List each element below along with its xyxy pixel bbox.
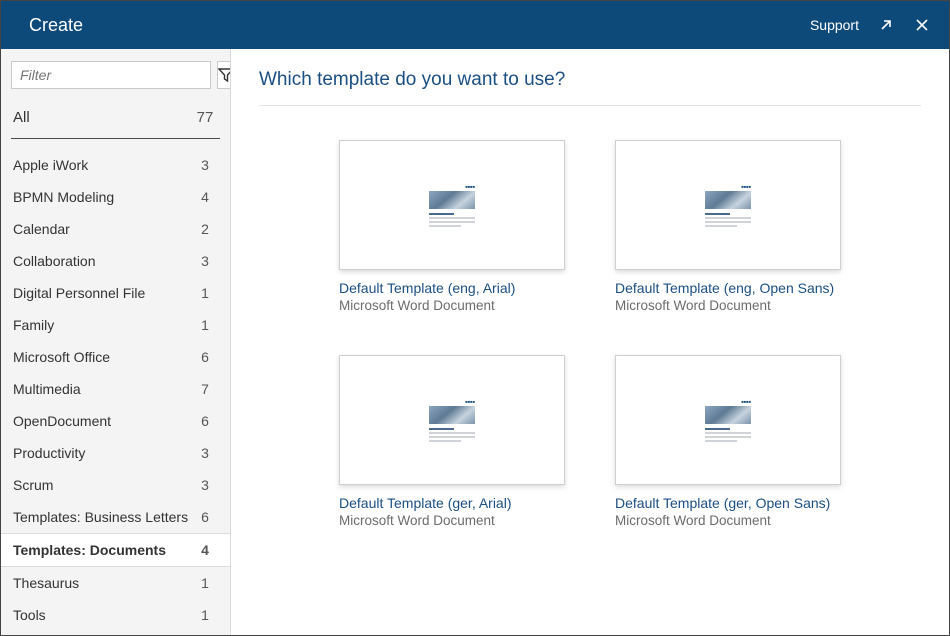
- category-item[interactable]: Calendar 2: [11, 213, 220, 245]
- template-subtitle: Microsoft Word Document: [615, 513, 841, 528]
- category-count: 4: [196, 189, 214, 205]
- category-count: 3: [196, 253, 214, 269]
- category-item[interactable]: Apple iWork 3: [11, 149, 220, 181]
- main-heading: Which template do you want to use?: [259, 69, 921, 106]
- template-title: Default Template (ger, Open Sans): [615, 495, 841, 511]
- template-thumbnail: ■■■■: [615, 355, 841, 485]
- category-item[interactable]: Tools 1: [11, 599, 220, 631]
- category-count: 7: [196, 381, 214, 397]
- category-label: Microsoft Office: [13, 349, 110, 365]
- category-all[interactable]: All 77: [11, 99, 220, 139]
- category-count: 1: [196, 285, 214, 301]
- category-label: Multimedia: [13, 381, 81, 397]
- template-title: Default Template (eng, Open Sans): [615, 280, 841, 296]
- filter-input[interactable]: [11, 61, 211, 89]
- dialog-header: Create Support: [1, 1, 949, 49]
- filter-button[interactable]: [217, 61, 231, 89]
- category-label: Family: [13, 317, 54, 333]
- open-external-icon[interactable]: [877, 16, 895, 34]
- category-label: Scrum: [13, 477, 53, 493]
- category-label: Collaboration: [13, 253, 96, 269]
- category-label: Calendar: [13, 221, 70, 237]
- category-label: Digital Personnel File: [13, 285, 145, 301]
- template-grid: ■■■■ Default Template (eng, Arial) Microso…: [259, 106, 921, 528]
- header-actions: Support: [810, 16, 931, 34]
- category-item[interactable]: Thesaurus 1: [11, 567, 220, 599]
- category-label: OpenDocument: [13, 413, 111, 429]
- close-icon[interactable]: [913, 16, 931, 34]
- category-count: 1: [196, 607, 214, 623]
- category-item[interactable]: Collaboration 3: [11, 245, 220, 277]
- category-label: Thesaurus: [13, 575, 79, 591]
- template-card[interactable]: ■■■■ Default Template (eng, Arial) Microso…: [339, 140, 565, 313]
- template-thumbnail: ■■■■: [339, 140, 565, 270]
- category-item[interactable]: Multimedia 7: [11, 373, 220, 405]
- category-item[interactable]: OpenDocument 6: [11, 405, 220, 437]
- category-count: 3: [196, 477, 214, 493]
- category-item[interactable]: Scrum 3: [11, 469, 220, 501]
- category-label: All: [13, 109, 30, 126]
- category-count: 6: [196, 413, 214, 429]
- template-subtitle: Microsoft Word Document: [339, 298, 565, 313]
- dialog-title: Create: [29, 15, 83, 36]
- category-item[interactable]: Templates: Business Letters 6: [11, 501, 220, 533]
- category-list: Apple iWork 3 BPMN Modeling 4 Calendar 2 Colla…: [11, 149, 220, 631]
- category-count: 1: [196, 317, 214, 333]
- category-count: 1: [196, 575, 214, 591]
- filter-row: [11, 61, 220, 89]
- filter-icon: [218, 67, 231, 83]
- dialog-body: All 77 Apple iWork 3 BPMN Modeling 4 Calenda…: [1, 49, 949, 635]
- category-item[interactable]: Family 1: [11, 309, 220, 341]
- category-item[interactable]: Microsoft Office 6: [11, 341, 220, 373]
- template-card[interactable]: ■■■■ Default Template (ger, Arial) Microso…: [339, 355, 565, 528]
- template-thumbnail: ■■■■: [615, 140, 841, 270]
- template-card[interactable]: ■■■■ Default Template (eng, Open Sans) Mic…: [615, 140, 841, 313]
- category-sidebar: All 77 Apple iWork 3 BPMN Modeling 4 Calenda…: [1, 49, 231, 635]
- template-subtitle: Microsoft Word Document: [339, 513, 565, 528]
- category-count: 4: [196, 542, 214, 558]
- template-card[interactable]: ■■■■ Default Template (ger, Open Sans) Mic…: [615, 355, 841, 528]
- category-label: Templates: Business Letters: [13, 509, 188, 525]
- category-label: Apple iWork: [13, 157, 88, 173]
- main-panel: Which template do you want to use? ■■■■ D…: [231, 49, 949, 635]
- template-title: Default Template (ger, Arial): [339, 495, 565, 511]
- template-title: Default Template (eng, Arial): [339, 280, 565, 296]
- template-thumbnail: ■■■■: [339, 355, 565, 485]
- category-count: 3: [196, 157, 214, 173]
- category-item[interactable]: Digital Personnel File 1: [11, 277, 220, 309]
- template-subtitle: Microsoft Word Document: [615, 298, 841, 313]
- category-count: 6: [196, 509, 214, 525]
- category-count: 3: [196, 445, 214, 461]
- support-link[interactable]: Support: [810, 17, 859, 33]
- category-label: Templates: Documents: [13, 542, 166, 558]
- category-item[interactable]: Templates: Documents 4: [1, 533, 230, 567]
- category-item[interactable]: Productivity 3: [11, 437, 220, 469]
- category-item[interactable]: BPMN Modeling 4: [11, 181, 220, 213]
- category-count: 77: [196, 109, 214, 126]
- category-label: Tools: [13, 607, 46, 623]
- category-count: 6: [196, 349, 214, 365]
- category-label: Productivity: [13, 445, 85, 461]
- category-count: 2: [196, 221, 214, 237]
- category-label: BPMN Modeling: [13, 189, 114, 205]
